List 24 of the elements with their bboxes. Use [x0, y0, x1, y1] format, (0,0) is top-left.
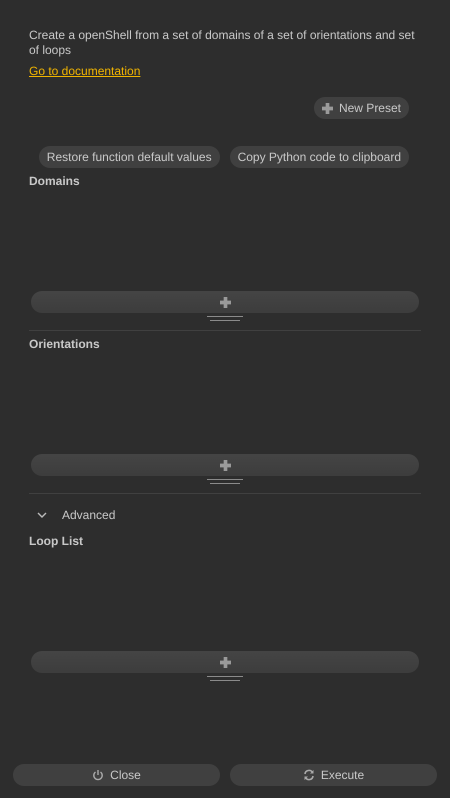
action-button[interactable]: Copy Python code to clipboard: [230, 146, 409, 168]
description-text: Create a openShell from a set of domains of a set of orientations and set of loops: [29, 28, 416, 58]
plus-icon: [220, 296, 230, 308]
add-item-button[interactable]: [31, 454, 419, 476]
action-button[interactable]: Restore function default values: [38, 146, 220, 168]
footer-button[interactable]: Execute: [230, 764, 437, 786]
refresh-icon: [302, 769, 315, 781]
section-label: Orientations: [29, 337, 101, 351]
chevron-icon: [37, 512, 47, 518]
documentation-link[interactable]: Go to documentation: [29, 64, 140, 79]
advanced-toggle[interactable]: Advanced: [29, 508, 116, 522]
plus-icon: [220, 656, 230, 668]
resize-grip-icon: [206, 676, 242, 681]
plus-icon: [220, 460, 230, 470]
footer-button[interactable]: Close: [13, 764, 220, 786]
new-preset-button[interactable]: New Preset: [314, 97, 409, 119]
section-label: Domains: [29, 174, 81, 188]
section-label: Loop List: [29, 534, 84, 548]
power-icon: [92, 769, 104, 781]
resize-grip-icon: [206, 316, 242, 321]
add-item-button[interactable]: [31, 291, 419, 313]
plus-icon: [322, 102, 333, 114]
resize-grip-icon: [206, 479, 242, 484]
add-item-button[interactable]: [31, 651, 419, 673]
